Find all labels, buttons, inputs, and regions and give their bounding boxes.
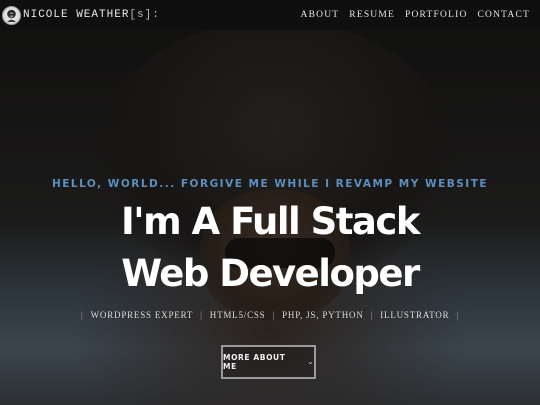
headline-line-1: I'm A Full Stack — [121, 200, 420, 243]
skills-list: | WORDPRESS EXPERT | HTML5/CSS | PHP, JS… — [0, 310, 540, 320]
skill-illustrator: ILLUSTRATOR — [380, 310, 450, 320]
nav-contact-link[interactable]: CONTACT — [478, 10, 531, 20]
skill-php-js-python: PHP, JS, PYTHON — [282, 310, 364, 320]
skill-html-css: HTML5/CSS — [209, 310, 266, 320]
brand-name: NICOLE WEATHER — [23, 9, 130, 21]
nav-portfolio-link[interactable]: PORTFOLIO — [405, 10, 467, 20]
cta-label: MORE ABOUT ME — [223, 353, 286, 371]
nav-about-link[interactable]: ABOUT — [301, 10, 340, 20]
skill-separator: | — [81, 310, 84, 320]
portrait-logo-icon — [2, 5, 21, 25]
chevron-down-icon: ⌄ — [307, 358, 314, 366]
hero-tagline: HELLO, WORLD... FORGIVE ME WHILE I REVAM… — [51, 178, 489, 190]
brand-suffix: [s]: — [129, 9, 160, 21]
skill-separator: | — [370, 310, 374, 320]
nav-resume-link[interactable]: RESUME — [349, 10, 395, 20]
nav-links: ABOUT RESUME PORTFOLIO CONTACT — [301, 10, 530, 20]
more-about-me-button[interactable]: MORE ABOUT ME ⌄ — [221, 345, 316, 379]
top-navbar: NICOLE WEATHER [s]: ABOUT RESUME PORTFOL… — [0, 0, 540, 30]
headline-line-2: Web Developer — [121, 252, 420, 295]
skill-wordpress: WORDPRESS EXPERT — [90, 310, 194, 320]
brand[interactable]: NICOLE WEATHER [s]: — [2, 5, 160, 25]
hero-headline: I'm A Full Stack Web Developer — [0, 196, 540, 300]
skill-separator: | — [456, 310, 459, 320]
skill-separator: | — [272, 310, 276, 320]
skill-separator: | — [200, 310, 203, 320]
page: NICOLE WEATHER [s]: ABOUT RESUME PORTFOL… — [0, 0, 540, 405]
